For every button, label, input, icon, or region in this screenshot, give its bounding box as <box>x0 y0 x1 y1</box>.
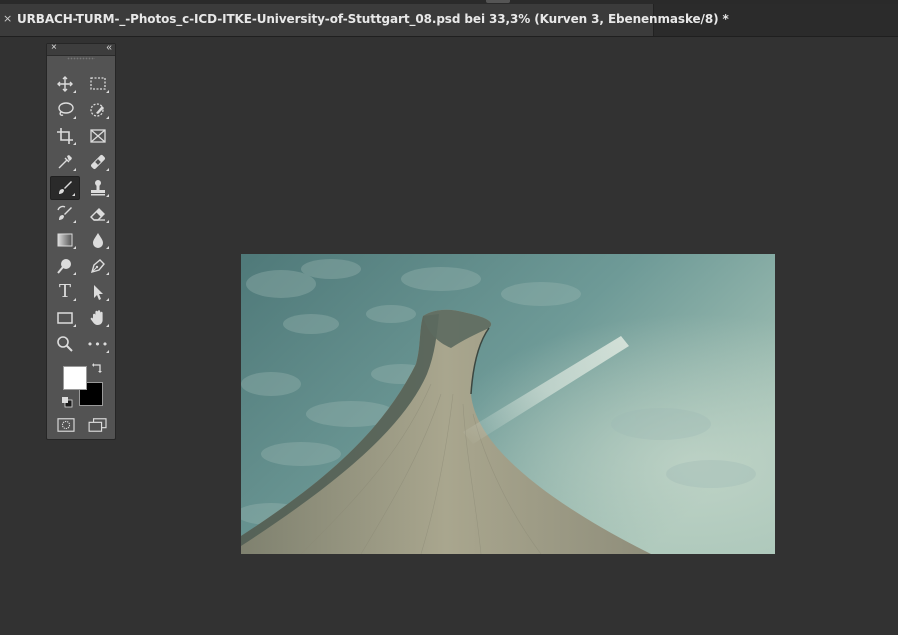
ellipsis-icon: ••• <box>86 337 110 351</box>
type-icon: T <box>58 281 71 302</box>
foreground-color-swatch[interactable] <box>63 366 87 390</box>
quick-mask-icon <box>57 418 75 432</box>
tools-panel-header[interactable]: × ‹‹ <box>47 42 115 56</box>
drop-icon <box>93 233 103 248</box>
marquee-icon <box>90 77 106 90</box>
rectangular-marquee-tool[interactable] <box>83 72 113 96</box>
gradient-tool[interactable] <box>50 228 80 252</box>
pen-tool[interactable] <box>83 254 113 278</box>
dodge-icon <box>57 259 71 274</box>
tools-panel: × ‹‹ T ••• <box>46 42 116 440</box>
rectangle-icon <box>57 312 73 324</box>
eraser-icon <box>90 208 105 221</box>
brush-tool[interactable] <box>50 176 80 200</box>
history-brush-icon <box>57 205 72 220</box>
pen-icon <box>90 259 105 274</box>
zoom-tool[interactable] <box>50 332 80 356</box>
panel-collapse-icon[interactable]: ‹‹ <box>106 42 112 53</box>
move-tool[interactable] <box>50 72 80 96</box>
quick-selection-icon <box>90 103 104 117</box>
quick-selection-tool[interactable] <box>83 98 113 122</box>
quick-mask-button[interactable] <box>55 416 77 434</box>
lasso-icon <box>58 102 74 116</box>
frame-tool[interactable] <box>83 124 113 148</box>
swap-colors-icon[interactable] <box>92 361 104 373</box>
screen-mode-button[interactable] <box>86 416 110 434</box>
default-colors-icon[interactable] <box>61 395 73 408</box>
grip-icon[interactable] <box>67 57 95 60</box>
more-tools[interactable]: ••• <box>83 332 113 356</box>
rectangle-tool[interactable] <box>50 306 80 330</box>
screen-mode-icon <box>88 418 107 432</box>
frame-icon <box>90 129 106 143</box>
document-canvas[interactable] <box>241 254 775 554</box>
panel-close-icon[interactable]: × <box>51 42 57 53</box>
hand-icon <box>90 310 103 325</box>
zoom-icon <box>57 336 73 352</box>
panel-nub <box>486 0 510 3</box>
eyedropper-icon <box>58 155 72 169</box>
history-brush-tool[interactable] <box>50 202 80 226</box>
document-title: URBACH-TURM-_-Photos_c-ICD-ITKE-Universi… <box>17 12 729 26</box>
stamp-icon <box>91 180 105 196</box>
path-selection-tool[interactable] <box>83 280 113 304</box>
gradient-icon <box>57 233 73 247</box>
type-tool[interactable]: T <box>50 280 80 304</box>
tower-photo <box>241 254 775 554</box>
blur-tool[interactable] <box>83 228 113 252</box>
move-icon <box>57 76 73 92</box>
hand-tool[interactable] <box>83 306 113 330</box>
clone-stamp-tool[interactable] <box>83 176 113 200</box>
eraser-tool[interactable] <box>83 202 113 226</box>
lasso-tool[interactable] <box>50 98 80 122</box>
arrow-icon <box>94 285 103 300</box>
bandage-icon <box>91 155 105 169</box>
eyedropper-tool[interactable] <box>50 150 80 174</box>
tab-close-icon[interactable]: × <box>3 13 12 25</box>
crop-icon <box>57 128 73 144</box>
document-tab-bar: × URBACH-TURM-_-Photos_c-ICD-ITKE-Univer… <box>0 4 898 37</box>
dodge-tool[interactable] <box>50 254 80 278</box>
healing-brush-tool[interactable] <box>83 150 113 174</box>
document-tab[interactable]: × URBACH-TURM-_-Photos_c-ICD-ITKE-Univer… <box>0 4 729 36</box>
crop-tool[interactable] <box>50 124 80 148</box>
